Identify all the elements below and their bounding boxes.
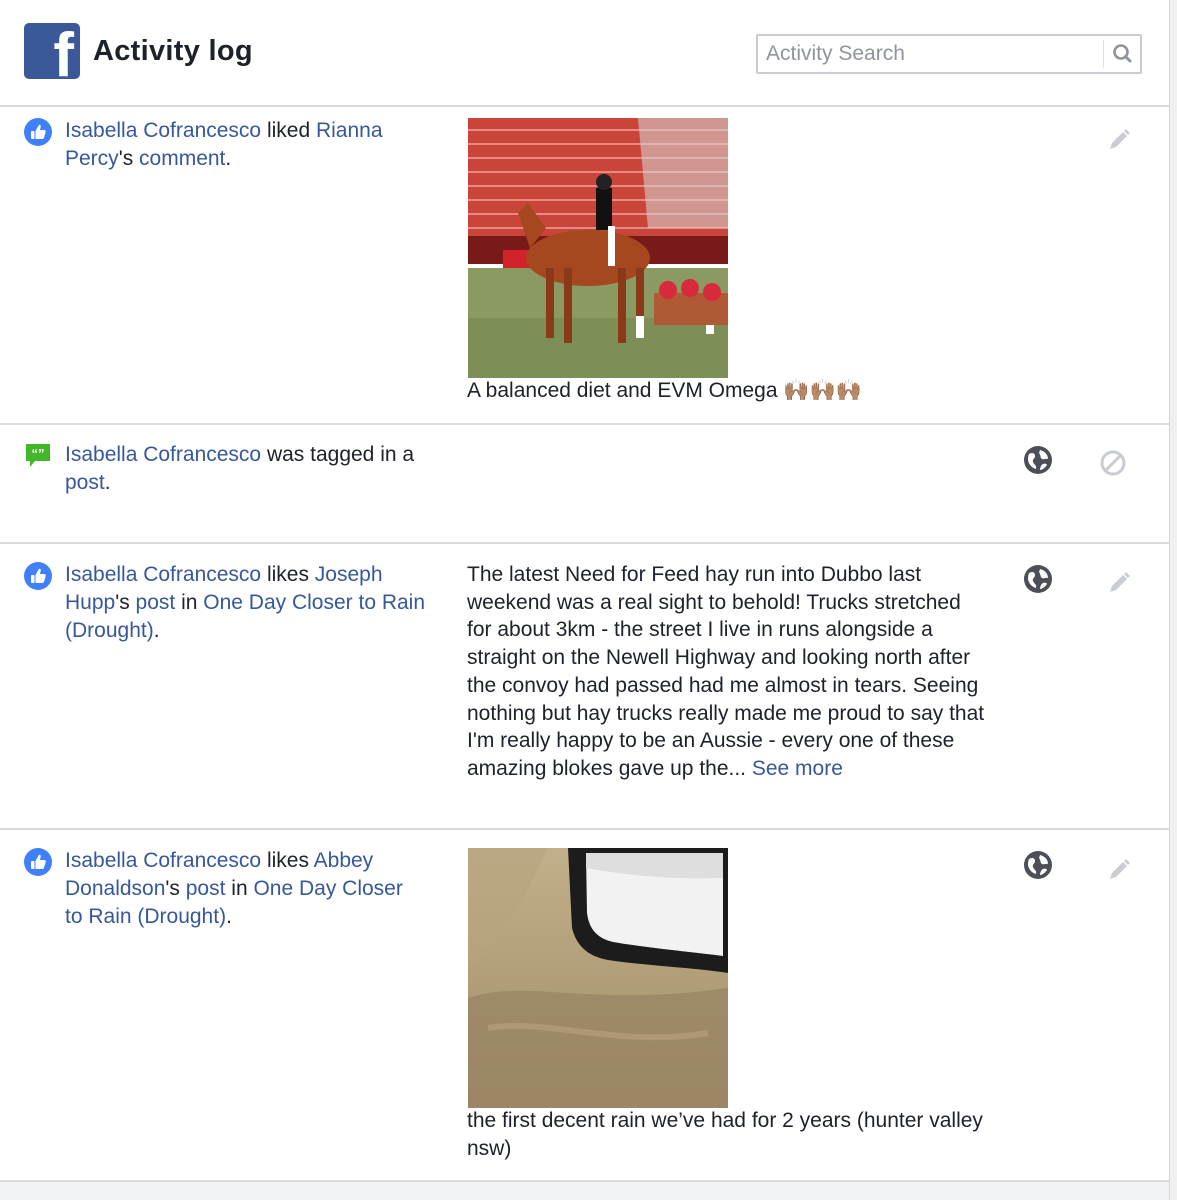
horse-show-photo[interactable] <box>468 118 728 378</box>
photo-caption: the first decent rain we’ve had for 2 ye… <box>467 1109 983 1160</box>
actor-link[interactable]: Isabella Cofrancesco <box>65 849 261 872</box>
possessive-text: 's <box>115 591 136 614</box>
svg-text:“”: “” <box>32 446 45 461</box>
bottom-bar <box>0 1182 1169 1200</box>
possessive-text: 's <box>165 877 186 900</box>
end-text: . <box>104 471 111 494</box>
caption-text: A balanced diet and EVM Omega <box>467 379 778 402</box>
globe-icon[interactable] <box>1023 850 1053 880</box>
post-preview-text: The latest Need for Feed hay run into Du… <box>467 561 987 783</box>
object-link[interactable]: post <box>136 591 176 614</box>
activity-description: Isabella Cofrancesco liked Rianna Percy'… <box>65 117 450 173</box>
pencil-icon[interactable] <box>1104 855 1134 885</box>
rain-photo-image <box>468 848 728 1108</box>
photo-caption: A balanced diet and EVM Omega 🙌🏽🙌🏽🙌🏽 <box>467 377 987 405</box>
activity-description: Isabella Cofrancesco likes Abbey Donalds… <box>65 847 425 931</box>
see-more-link[interactable]: See more <box>752 757 843 780</box>
divider <box>0 828 1169 830</box>
activity-description: Isabella Cofrancesco was tagged in a pos… <box>65 441 450 497</box>
activity-description: Isabella Cofrancesco likes Joseph Hupp's… <box>65 561 450 645</box>
activity-log-panel: f Activity log Isabella Cofrancesco like… <box>0 0 1170 1200</box>
thumbs-up-icon <box>24 848 52 876</box>
verb-text: liked <box>261 119 316 142</box>
rain-photo[interactable] <box>468 848 728 1108</box>
horse-photo-image <box>468 118 728 378</box>
actor-link[interactable]: Isabella Cofrancesco <box>65 443 261 466</box>
activity-search-input[interactable] <box>758 36 1104 72</box>
globe-icon[interactable] <box>1023 445 1053 475</box>
comment-bubble-icon: “” <box>26 444 50 467</box>
end-text: . <box>153 619 160 642</box>
object-link[interactable]: post <box>65 471 105 494</box>
post-body: The latest Need for Feed hay run into Du… <box>467 563 985 780</box>
object-link[interactable]: post <box>186 877 226 900</box>
activity-search-box[interactable] <box>756 34 1142 74</box>
search-icon <box>1113 44 1132 63</box>
verb-text: likes <box>261 849 314 872</box>
actor-link[interactable]: Isabella Cofrancesco <box>65 563 261 586</box>
pencil-icon[interactable] <box>1104 125 1134 155</box>
globe-icon[interactable] <box>1023 564 1053 594</box>
pencil-icon[interactable] <box>1104 568 1134 598</box>
thumbs-up-icon <box>24 562 52 590</box>
object-link[interactable]: comment <box>139 147 225 170</box>
divider <box>0 105 1169 107</box>
end-text: . <box>225 147 232 170</box>
page-title: Activity log <box>93 35 253 67</box>
divider <box>0 423 1169 425</box>
search-button[interactable] <box>1103 40 1140 68</box>
possessive-text: 's <box>118 147 140 170</box>
actor-link[interactable]: Isabella Cofrancesco <box>65 119 261 142</box>
thumbs-up-icon <box>24 118 52 146</box>
caption-emoji: 🙌🏽🙌🏽🙌🏽 <box>783 379 862 402</box>
in-text: in <box>225 877 254 900</box>
end-text: . <box>226 905 232 928</box>
block-icon[interactable] <box>1098 448 1128 478</box>
verb-text: likes <box>261 563 315 586</box>
facebook-logo-icon[interactable]: f <box>24 23 80 79</box>
in-text: in <box>175 591 204 614</box>
verb-text: was tagged in a <box>261 443 415 466</box>
divider <box>0 542 1169 544</box>
